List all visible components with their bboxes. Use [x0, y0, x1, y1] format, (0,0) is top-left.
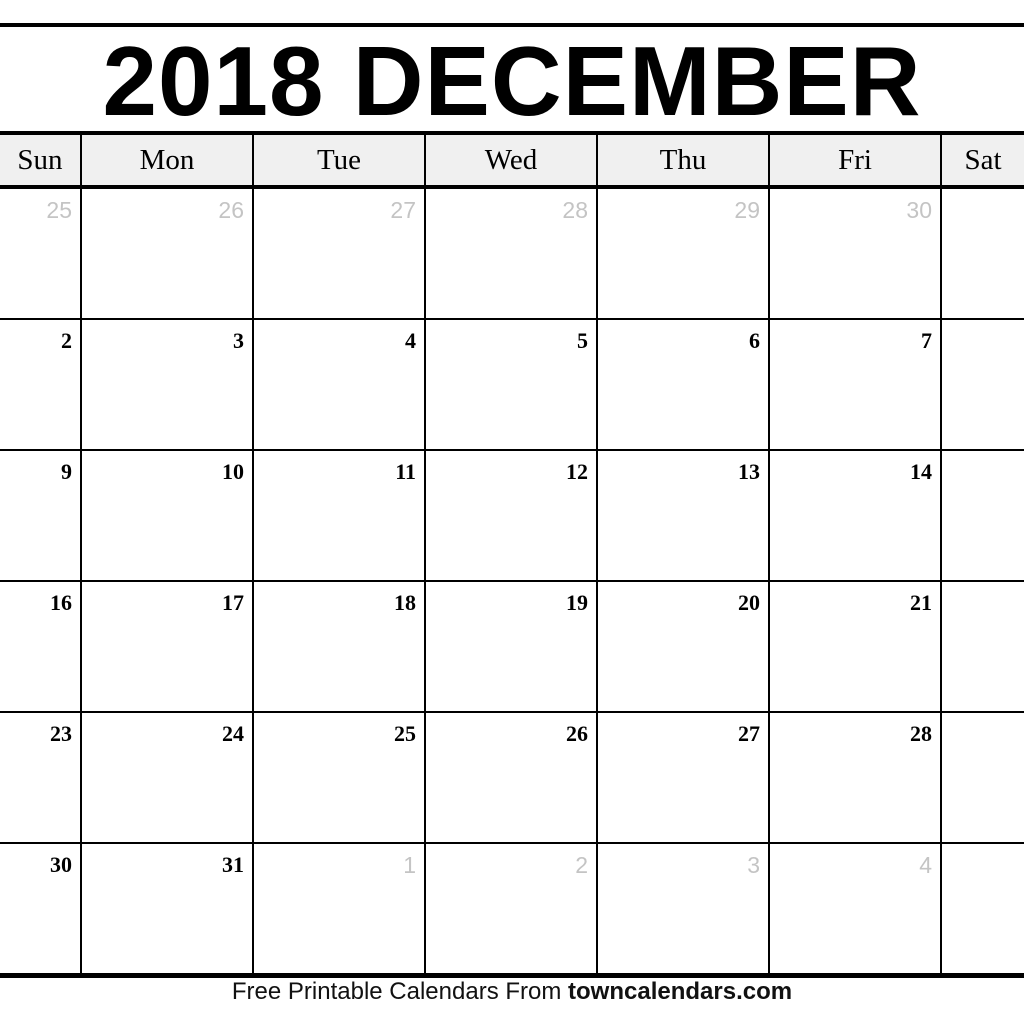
day-number: 4	[405, 328, 416, 353]
weekday-sat: Sat	[964, 144, 1002, 176]
day-cell: 26	[82, 189, 254, 318]
day-number: 23	[50, 721, 72, 746]
day-number: 14	[910, 459, 932, 484]
day-cell: 25	[0, 189, 82, 318]
day-number: 2	[61, 328, 72, 353]
day-cell: 11	[254, 451, 426, 580]
day-cell: 7	[770, 320, 942, 449]
day-number: 30	[906, 197, 932, 223]
day-cell: 1	[254, 844, 426, 973]
day-number: 30	[50, 852, 72, 877]
day-number: 24	[222, 721, 244, 746]
day-cell: 6	[598, 320, 770, 449]
day-cell	[942, 451, 1024, 580]
footer-site-link[interactable]: towncalendars.com	[568, 978, 792, 1005]
day-cell	[942, 713, 1024, 842]
day-cell: 17	[82, 582, 254, 711]
week-row: 16 17 18 19 20 21	[0, 582, 1024, 713]
day-cell: 20	[598, 582, 770, 711]
day-number: 21	[910, 590, 932, 615]
day-cell: 4	[254, 320, 426, 449]
week-row: 9 10 11 12 13 14	[0, 451, 1024, 582]
weekday-mon: Mon	[82, 135, 254, 185]
week-row: 25 26 27 28 29 30	[0, 189, 1024, 320]
day-cell: 21	[770, 582, 942, 711]
weekday-header: Sun Mon Tue Wed Thu Fri Sat	[0, 131, 1024, 189]
day-cell: 23	[0, 713, 82, 842]
day-cell	[942, 189, 1024, 318]
day-cell: 9	[0, 451, 82, 580]
day-number: 2	[575, 852, 588, 878]
day-number: 4	[919, 852, 932, 878]
day-number: 31	[222, 852, 244, 877]
calendar-title: 2018 DECEMBER	[102, 26, 922, 136]
day-cell: 13	[598, 451, 770, 580]
day-number: 10	[222, 459, 244, 484]
day-cell: 12	[426, 451, 598, 580]
day-cell: 5	[426, 320, 598, 449]
weekday-tue: Tue	[254, 135, 426, 185]
day-cell: 16	[0, 582, 82, 711]
day-cell	[942, 320, 1024, 449]
day-cell: 28	[770, 713, 942, 842]
day-cell: 10	[82, 451, 254, 580]
day-number: 17	[222, 590, 244, 615]
day-number: 1	[403, 852, 416, 878]
day-cell: 24	[82, 713, 254, 842]
weekday-wed: Wed	[426, 135, 598, 185]
day-cell: 25	[254, 713, 426, 842]
day-cell: 30	[0, 844, 82, 973]
footer: Free Printable Calendars From towncalend…	[0, 978, 1024, 1006]
calendar-body: 25 26 27 28 29 30 2 3 4 5 6 7 9 10 11 12 13 14 16 17 18 19 20 2…	[0, 189, 1024, 978]
day-number: 16	[50, 590, 72, 615]
day-cell: 31	[82, 844, 254, 973]
day-number: 28	[910, 721, 932, 746]
day-number: 3	[233, 328, 244, 353]
day-number: 12	[566, 459, 588, 484]
day-number: 25	[46, 197, 72, 223]
calendar-grid: Sun Mon Tue Wed Thu Fri Sat 25 26 27 28 29 30 2 3 4 5 6 7…	[0, 131, 1024, 978]
day-number: 13	[738, 459, 760, 484]
day-cell: 29	[598, 189, 770, 318]
day-number: 19	[566, 590, 588, 615]
day-cell: 28	[426, 189, 598, 318]
footer-text: Free Printable Calendars From	[231, 978, 569, 1005]
weekday-thu: Thu	[598, 135, 770, 185]
day-cell: 14	[770, 451, 942, 580]
day-number: 3	[747, 852, 760, 878]
day-cell: 3	[598, 844, 770, 973]
day-cell: 2	[426, 844, 598, 973]
day-cell: 26	[426, 713, 598, 842]
day-number: 29	[734, 197, 760, 223]
day-number: 27	[390, 197, 416, 223]
weekday-fri: Fri	[770, 135, 942, 185]
day-number: 28	[562, 197, 588, 223]
weekday-sun: Sun	[0, 135, 82, 185]
week-row: 23 24 25 26 27 28	[0, 713, 1024, 844]
day-number: 26	[218, 197, 244, 223]
day-cell: 27	[254, 189, 426, 318]
day-cell: 30	[770, 189, 942, 318]
day-number: 27	[738, 721, 760, 746]
day-number: 7	[921, 328, 932, 353]
day-number: 20	[738, 590, 760, 615]
day-number: 5	[577, 328, 588, 353]
day-number: 26	[566, 721, 588, 746]
day-number: 6	[749, 328, 760, 353]
week-row: 2 3 4 5 6 7	[0, 320, 1024, 451]
day-cell: 19	[426, 582, 598, 711]
day-cell: 18	[254, 582, 426, 711]
day-number: 9	[61, 459, 72, 484]
day-cell: 27	[598, 713, 770, 842]
day-cell	[942, 582, 1024, 711]
week-row: 30 31 1 2 3 4	[0, 844, 1024, 978]
day-number: 18	[394, 590, 416, 615]
day-cell: 2	[0, 320, 82, 449]
day-cell: 4	[770, 844, 942, 973]
day-number: 11	[395, 459, 416, 484]
day-number: 25	[394, 721, 416, 746]
day-cell: 3	[82, 320, 254, 449]
day-cell	[942, 844, 1024, 973]
